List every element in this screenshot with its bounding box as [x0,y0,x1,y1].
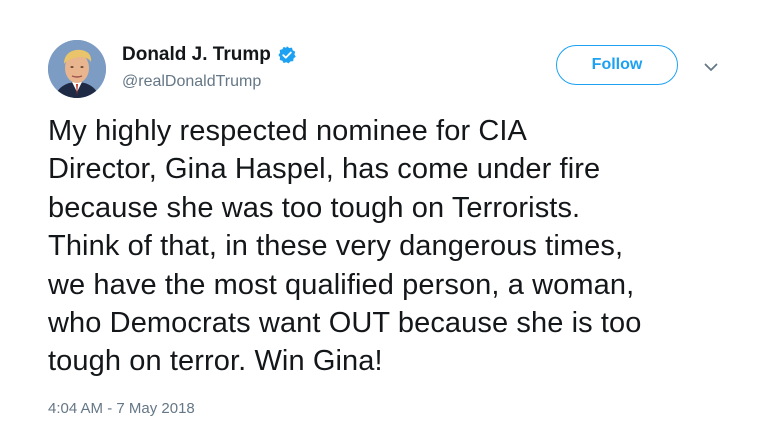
author-name[interactable]: Donald J. Trump [122,44,297,66]
avatar[interactable] [48,40,106,98]
author-handle[interactable]: @realDonaldTrump [122,73,261,91]
tweet-timestamp[interactable]: 4:04 AM - 7 May 2018 [48,400,195,417]
tweet-text: My highly respected nominee for CIA Dire… [48,115,642,378]
verified-badge-icon [277,45,297,65]
avatar-image [48,40,106,98]
tweet-card: Donald J. Trump @realDonaldTrump Follow … [0,0,768,434]
chevron-down-icon[interactable] [700,58,722,76]
author-name-text[interactable]: Donald J. Trump [122,44,271,66]
follow-button[interactable]: Follow [556,45,678,85]
